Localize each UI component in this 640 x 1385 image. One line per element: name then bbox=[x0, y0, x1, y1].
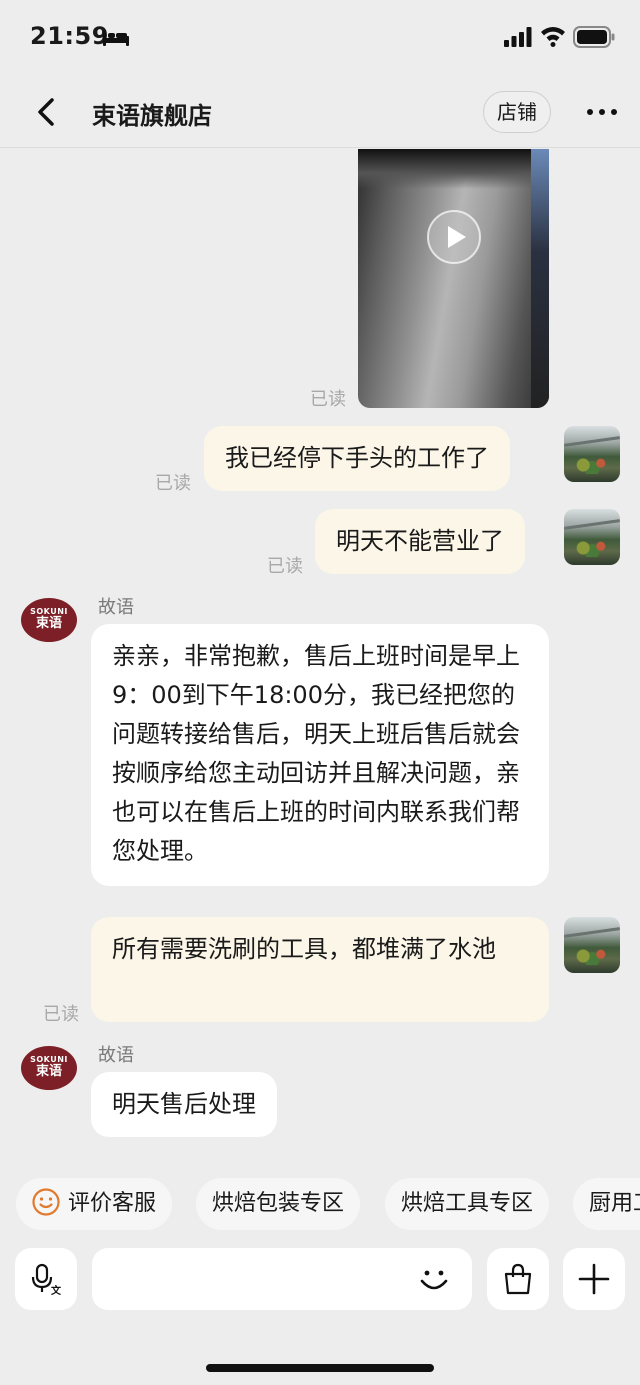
plus-icon bbox=[578, 1263, 610, 1295]
smile-icon bbox=[32, 1188, 60, 1216]
more-dots-icon[interactable] bbox=[585, 100, 619, 124]
voice-translate-icon: 文 bbox=[31, 1263, 62, 1295]
play-icon[interactable] bbox=[426, 209, 482, 265]
message-input[interactable] bbox=[92, 1248, 472, 1310]
quick-reply-rate-service[interactable]: 评价客服 bbox=[16, 1178, 173, 1230]
back-chevron-icon[interactable] bbox=[32, 96, 62, 128]
add-button[interactable] bbox=[563, 1248, 625, 1310]
shop-message-bubble[interactable]: 亲亲，非常抱歉，售后上班时间是早上9：00到下午18:00分，我已经把您的问题转… bbox=[91, 624, 549, 886]
quick-reply-chip[interactable]: 烘焙包装专区 bbox=[196, 1178, 361, 1230]
shopping-bag-icon bbox=[504, 1263, 532, 1295]
shop-message-bubble[interactable]: 明天售后处理 bbox=[91, 1072, 277, 1137]
my-message-bubble[interactable]: 明天不能营业了 bbox=[315, 509, 525, 574]
my-message-bubble[interactable]: 我已经停下手头的工作了 bbox=[204, 426, 510, 491]
quick-reply-bar: 评价客服 烘焙包装专区 烘焙工具专区 厨用工具 bbox=[0, 1178, 640, 1232]
shop-avatar[interactable]: SOKUNI 束语 bbox=[21, 598, 77, 642]
store-button[interactable]: 店铺 bbox=[483, 91, 551, 133]
sender-name: 故语 bbox=[98, 597, 134, 618]
read-status: 已读 bbox=[310, 389, 346, 410]
cellular-signal-icon bbox=[504, 27, 532, 47]
user-avatar[interactable] bbox=[564, 509, 620, 565]
emoji-icon[interactable] bbox=[416, 1261, 452, 1297]
quick-reply-chip[interactable]: 厨用工具 bbox=[573, 1178, 640, 1230]
user-avatar[interactable] bbox=[564, 917, 620, 973]
page-title: 束语旗舰店 bbox=[92, 102, 212, 130]
sleep-focus-icon bbox=[103, 30, 129, 46]
sender-name: 故语 bbox=[98, 1045, 134, 1066]
chat-message-list[interactable]: 已读 已读 我已经停下手头的工作了 已读 明天不能营业了 SOKUNI 束语 故… bbox=[0, 149, 640, 1169]
shop-avatar[interactable]: SOKUNI 束语 bbox=[21, 1046, 77, 1090]
home-indicator[interactable] bbox=[206, 1364, 434, 1372]
video-thumbnail bbox=[358, 149, 549, 189]
read-status: 已读 bbox=[43, 1004, 79, 1025]
read-status: 已读 bbox=[155, 473, 191, 494]
message-input-bar: 文 bbox=[0, 1248, 640, 1310]
status-bar: 21:59 bbox=[0, 0, 640, 76]
shop-goods-button[interactable] bbox=[487, 1248, 549, 1310]
video-message[interactable] bbox=[358, 149, 549, 408]
svg-text:文: 文 bbox=[51, 1284, 62, 1295]
quick-reply-chip[interactable]: 烘焙工具专区 bbox=[385, 1178, 550, 1230]
voice-button[interactable]: 文 bbox=[15, 1248, 77, 1310]
status-time: 21:59 bbox=[30, 22, 109, 50]
wifi-icon bbox=[541, 27, 565, 47]
battery-icon bbox=[573, 26, 615, 48]
read-status: 已读 bbox=[267, 556, 303, 577]
chat-header: 束语旗舰店 店铺 bbox=[0, 76, 640, 148]
user-avatar[interactable] bbox=[564, 426, 620, 482]
my-message-bubble[interactable]: 所有需要洗刷的工具，都堆满了水池 bbox=[91, 917, 549, 1022]
